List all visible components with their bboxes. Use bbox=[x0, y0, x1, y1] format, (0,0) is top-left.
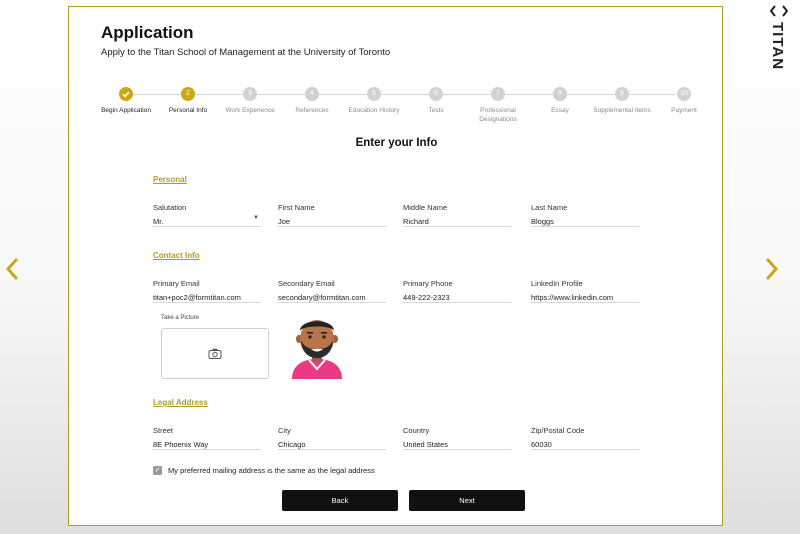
country-field[interactable]: Country United States bbox=[403, 426, 511, 450]
section-contact-info: Contact Info bbox=[153, 251, 200, 260]
field-value: Joe bbox=[278, 217, 291, 226]
field-value: 8E Phoenix Way bbox=[153, 440, 209, 449]
field-label: Middle Name bbox=[403, 203, 448, 212]
step-essay[interactable]: 8 Essay bbox=[525, 85, 595, 115]
step-payment[interactable]: 10 Payment bbox=[649, 85, 719, 115]
step-number: 8 bbox=[553, 87, 567, 101]
chevron-down-icon: ▼ bbox=[253, 215, 259, 221]
field-label: Country bbox=[403, 426, 430, 435]
step-work-experience[interactable]: 3 Work Experience bbox=[215, 85, 285, 115]
step-personal-info[interactable]: 2 Personal Info bbox=[153, 85, 223, 115]
field-label: Street bbox=[153, 426, 174, 435]
step-label: Professional Designations bbox=[479, 107, 517, 123]
step-supplemental-items[interactable]: 9 Supplemental Items bbox=[587, 85, 657, 115]
camera-icon bbox=[208, 348, 222, 359]
salutation-select[interactable]: Salutation Mr. ▼ bbox=[153, 203, 261, 227]
primary-phone-field[interactable]: Primary Phone 449-222-2323 bbox=[403, 279, 511, 303]
middle-name-field[interactable]: Middle Name Richard bbox=[403, 203, 511, 227]
street-field[interactable]: Street 8E Phoenix Way bbox=[153, 426, 261, 450]
field-value: Mr. bbox=[153, 217, 164, 226]
step-number: 10 bbox=[677, 87, 691, 101]
field-label: First Name bbox=[278, 203, 315, 212]
form-title: Enter your Info bbox=[355, 137, 438, 149]
field-label: Secondary Email bbox=[278, 279, 335, 288]
step-tests[interactable]: 6 Tests bbox=[401, 85, 471, 115]
field-value: https://www.linkedin.com bbox=[531, 293, 614, 302]
section-personal: Personal bbox=[153, 175, 187, 184]
step-label: Work Experience bbox=[225, 107, 275, 114]
secondary-email-field[interactable]: Secondary Email secondary@formtitan.com bbox=[278, 279, 386, 303]
step-label: Begin Application bbox=[101, 107, 151, 114]
field-value: 449-222-2323 bbox=[403, 293, 450, 302]
mailing-address-same-row: ✓ My preferred mailing address is the sa… bbox=[153, 466, 375, 475]
field-value: Richard bbox=[403, 217, 429, 226]
page-title: Application bbox=[101, 23, 194, 42]
field-label: Salutation bbox=[153, 203, 187, 212]
field-value: 60030 bbox=[531, 440, 552, 449]
field-label: Primary Email bbox=[153, 279, 200, 288]
back-button[interactable]: Back bbox=[282, 490, 398, 511]
field-value: Bloggs bbox=[531, 217, 554, 226]
city-field[interactable]: City Chicago bbox=[278, 426, 386, 450]
page-subtitle: Apply to the Titan School of Management … bbox=[101, 47, 391, 58]
step-education-history[interactable]: 5 Education History bbox=[339, 85, 409, 115]
check-icon bbox=[119, 87, 133, 101]
step-label: Personal Info bbox=[168, 107, 208, 114]
take-picture-label: Take a Picture bbox=[161, 315, 200, 321]
mailing-same-checkbox[interactable]: ✓ bbox=[153, 466, 162, 475]
step-references[interactable]: 4 References bbox=[277, 85, 347, 115]
step-number: 5 bbox=[367, 87, 381, 101]
first-name-field[interactable]: First Name Joe bbox=[278, 203, 386, 227]
step-professional-designations[interactable]: 7 Professional Designations bbox=[463, 85, 533, 124]
mailing-same-label: My preferred mailing address is the same… bbox=[168, 466, 375, 475]
field-value: titan+poc2@formtitan.com bbox=[153, 293, 241, 302]
field-value: Chicago bbox=[278, 440, 306, 449]
take-picture-button[interactable] bbox=[161, 328, 269, 379]
zip-code-field[interactable]: Zip/Postal Code 60030 bbox=[531, 426, 639, 450]
step-label: Education History bbox=[348, 107, 400, 114]
titan-logo: TITAN bbox=[769, 5, 789, 70]
step-label: Tests bbox=[428, 107, 444, 114]
step-number: 2 bbox=[181, 87, 195, 101]
next-button[interactable]: Next bbox=[409, 490, 525, 511]
linkedin-profile-field[interactable]: LinkedIn Profile https://www.linkedin.co… bbox=[531, 279, 639, 303]
step-number: 4 bbox=[305, 87, 319, 101]
avatar bbox=[292, 320, 342, 379]
field-label: Zip/Postal Code bbox=[531, 426, 585, 435]
section-legal-address: Legal Address bbox=[153, 398, 208, 407]
field-value: secondary@formtitan.com bbox=[278, 293, 366, 302]
step-label: References bbox=[295, 107, 329, 114]
step-begin-application[interactable]: Begin Application bbox=[91, 85, 161, 115]
chevron-right-icon[interactable] bbox=[764, 258, 780, 280]
application-frame: Application Apply to the Titan School of… bbox=[68, 6, 723, 526]
field-value: United States bbox=[403, 440, 449, 449]
field-label: LinkedIn Profile bbox=[531, 279, 583, 288]
field-label: Primary Phone bbox=[403, 279, 453, 288]
progress-stepper: Begin Application 2 Personal Info 3 Work… bbox=[91, 85, 711, 135]
step-number: 3 bbox=[243, 87, 257, 101]
step-label: Supplemental Items bbox=[593, 107, 651, 114]
step-label: Payment bbox=[671, 107, 697, 114]
step-number: 7 bbox=[491, 87, 505, 101]
step-number: 9 bbox=[615, 87, 629, 101]
step-label: Essay bbox=[551, 107, 569, 114]
primary-email-field[interactable]: Primary Email titan+poc2@formtitan.com bbox=[153, 279, 261, 303]
last-name-field[interactable]: Last Name Bloggs bbox=[531, 203, 639, 227]
step-number: 6 bbox=[429, 87, 443, 101]
field-label: City bbox=[278, 426, 291, 435]
field-label: Last Name bbox=[531, 203, 568, 212]
chevron-left-icon[interactable] bbox=[4, 258, 20, 280]
logo-text: TITAN bbox=[769, 22, 786, 70]
